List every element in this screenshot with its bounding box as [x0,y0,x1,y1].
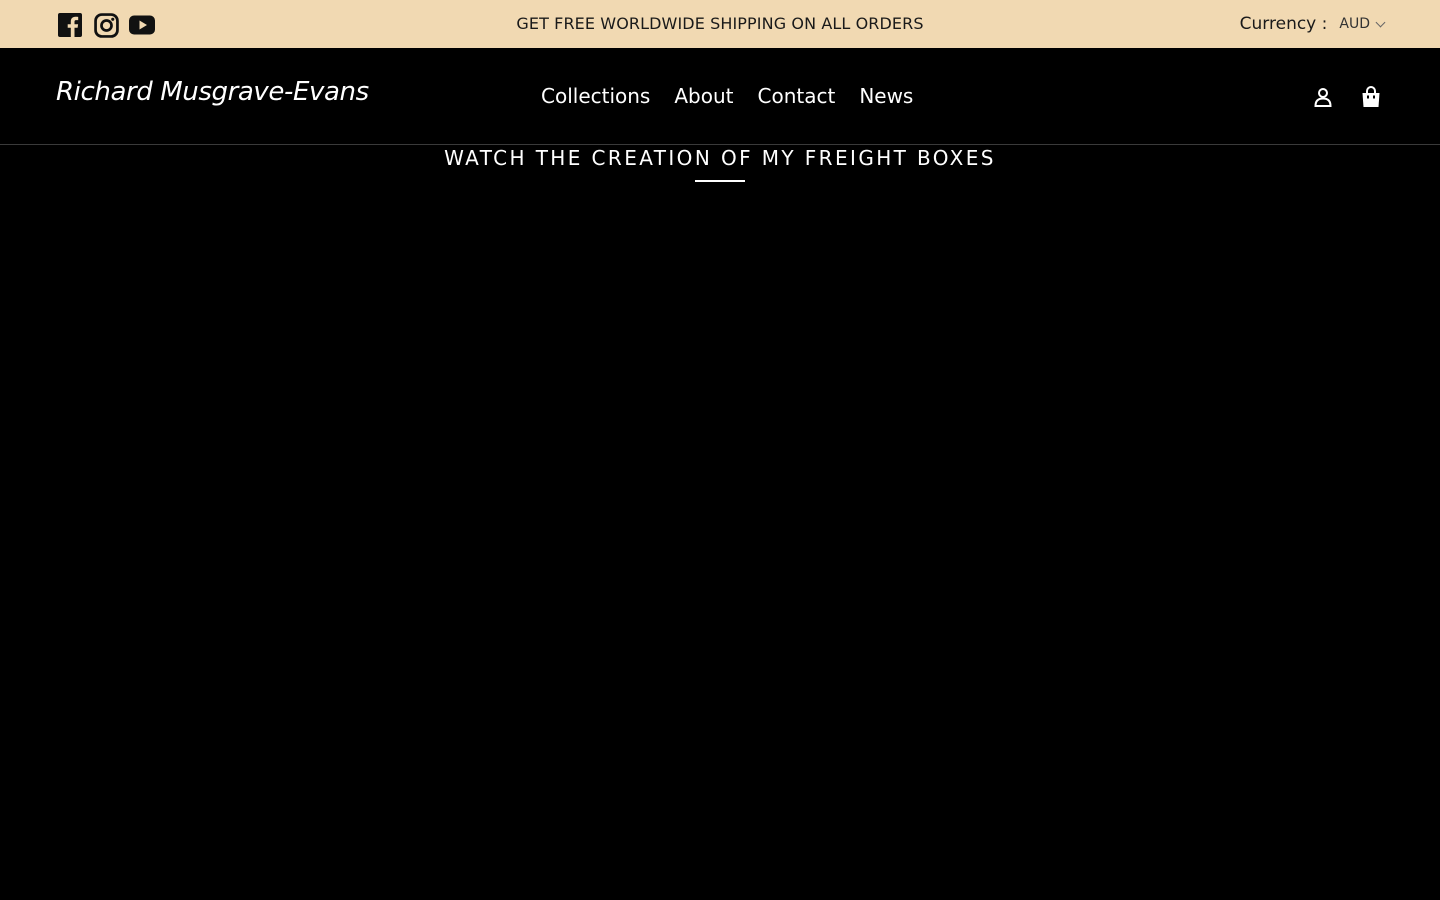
site-header: Richard Musgrave-Evans Collections About… [0,48,1440,145]
video-area [0,200,1440,900]
currency-value: AUD [1339,16,1370,32]
currency-label: Currency : [1239,14,1328,34]
section-header: WATCH THE CREATION OF MY FREIGHT BOXES [0,146,1440,182]
site-logo[interactable]: Richard Musgrave-Evans [56,77,369,107]
chevron-down-icon [1375,17,1386,28]
nav-item-contact[interactable]: Contact [746,84,848,108]
title-underline [695,180,745,182]
main-navigation: Collections About Contact News [529,84,925,108]
header-icons [1310,84,1384,110]
currency-select[interactable]: AUD [1339,16,1386,32]
account-icon[interactable] [1310,84,1336,110]
section-title: WATCH THE CREATION OF MY FREIGHT BOXES [444,146,996,170]
announcement-message: GET FREE WORLDWIDE SHIPPING ON ALL ORDER… [516,14,924,33]
nav-item-about[interactable]: About [662,84,745,108]
currency-switcher: Currency : AUD [1239,13,1386,35]
cart-icon[interactable] [1358,84,1384,110]
nav-item-news[interactable]: News [847,84,925,108]
announcement-bar: GET FREE WORLDWIDE SHIPPING ON ALL ORDER… [0,0,1440,48]
nav-item-collections[interactable]: Collections [529,84,662,108]
